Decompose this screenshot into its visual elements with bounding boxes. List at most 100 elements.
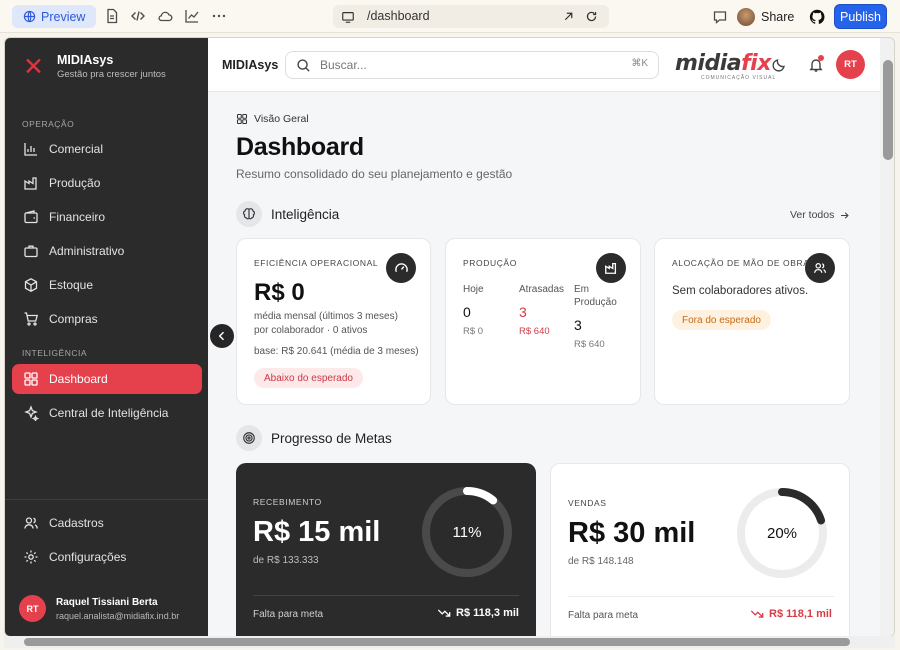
section-header-metas: Progresso de Metas [236, 425, 392, 451]
monitor-icon [342, 12, 354, 23]
github-icon[interactable] [809, 9, 825, 25]
sidebar-item-dashboard[interactable]: Dashboard [12, 364, 202, 394]
stat-label: Em Produção [574, 284, 617, 308]
stat-label: Hoje [463, 284, 484, 295]
see-all-link[interactable]: Ver todos [790, 209, 850, 221]
stat-value: 0 [463, 304, 471, 320]
sidebar-item-central-inteligencia[interactable]: Central de Inteligência [12, 398, 202, 428]
share-button[interactable]: Share [737, 6, 794, 27]
status-badge: Abaixo do esperado [254, 368, 363, 388]
brand-tagline: Gestão pra crescer juntos [57, 69, 166, 80]
brand[interactable]: ✕ MIDIAsys Gestão pra crescer juntos [23, 53, 166, 80]
sidebar-item-label: Dashboard [49, 372, 108, 386]
search-shortcut: ⌘K [631, 58, 648, 69]
factory-icon [24, 177, 37, 190]
sidebar-item-label: Compras [49, 312, 98, 326]
sidebar-item-financeiro[interactable]: Financeiro [12, 202, 202, 232]
preview-label: Preview [41, 9, 86, 24]
goal-value: R$ 15 mil [253, 516, 381, 548]
sidebar-item-administrativo[interactable]: Administrativo [12, 236, 202, 266]
search-placeholder: Buscar... [320, 58, 367, 72]
file-icon[interactable] [104, 8, 120, 24]
grid-icon [24, 372, 38, 386]
sidebar-item-compras[interactable]: Compras [12, 304, 202, 334]
sidebar-item-producao[interactable]: Produção [12, 168, 202, 198]
card-producao[interactable]: PRODUÇÃO Hoje 0 R$ 0 Atrasadas 3 R$ 640 … [445, 238, 641, 405]
collapse-sidebar-button[interactable] [210, 324, 234, 348]
card-label: EFICIÊNCIA OPERACIONAL [254, 258, 379, 268]
moon-icon[interactable] [771, 57, 787, 73]
logo-subtitle: COMUNICAÇÃO VISUAL [701, 75, 777, 81]
card-text: Sem colaboradores ativos. [672, 285, 809, 297]
horizontal-scrollbar[interactable] [4, 636, 895, 648]
scrollbar-thumb[interactable] [24, 638, 850, 646]
sidebar-item-configuracoes[interactable]: Configurações [12, 542, 202, 572]
code-icon[interactable] [130, 8, 146, 24]
app-window: ✕ MIDIAsys Gestão pra crescer juntos OPE… [4, 37, 895, 637]
card-line-2: por colaborador · 0 ativos [254, 325, 368, 336]
producao-em-producao: Em Produção 3 R$ 640 [574, 283, 630, 350]
sidebar-divider [5, 499, 208, 500]
analytics-icon[interactable] [184, 8, 200, 24]
target-icon [236, 425, 262, 451]
breadcrumb: Visão Geral [236, 113, 309, 125]
page-title: Dashboard [236, 133, 364, 161]
goal-remaining: R$ 118,3 mil [437, 606, 519, 620]
search-icon [297, 58, 310, 72]
card-alocacao-mao-de-obra[interactable]: ALOCAÇÃO DE MÃO DE OBRA Sem colaboradore… [654, 238, 850, 405]
stat-value: 3 [519, 304, 527, 320]
stat-amount: R$ 640 [574, 339, 605, 350]
goal-divider [253, 595, 519, 596]
page-subtitle: Resumo consolidado do seu planejamento e… [236, 167, 513, 181]
producao-atrasadas: Atrasadas 3 R$ 640 [519, 283, 564, 337]
sidebar-item-label: Configurações [49, 550, 127, 564]
brand-logo-icon: ✕ [23, 51, 44, 81]
section-label-inteligencia: INTELIGÊNCIA [22, 348, 88, 358]
card-eficiencia-operacional[interactable]: EFICIÊNCIA OPERACIONAL R$ 0 média mensal… [236, 238, 431, 405]
goal-value: R$ 30 mil [568, 517, 696, 549]
scrollbar-thumb[interactable] [883, 60, 893, 160]
stat-amount: R$ 0 [463, 326, 484, 337]
gauge-icon [386, 253, 416, 283]
arrow-right-icon [841, 211, 850, 219]
url-bar[interactable]: /dashboard [333, 5, 609, 28]
status-badge: Fora do esperado [672, 310, 771, 330]
goal-foot-label: Falta para meta [568, 610, 639, 621]
user-name: Raquel Tissiani Berta [56, 596, 158, 608]
producao-hoje: Hoje 0 R$ 0 [463, 283, 484, 337]
stat-label: Atrasadas [519, 284, 565, 295]
user-profile[interactable]: RT Raquel Tissiani Berta raquel.analista… [19, 595, 179, 622]
grid-icon [236, 113, 248, 125]
wallet-icon [24, 210, 38, 224]
package-icon [24, 278, 38, 292]
sidebar-item-comercial[interactable]: Comercial [12, 134, 202, 164]
sidebar: ✕ MIDIAsys Gestão pra crescer juntos OPE… [5, 38, 208, 636]
card-value: R$ 0 [254, 279, 305, 306]
users-icon [24, 517, 38, 529]
user-email: raquel.analista@midiafix.ind.br [56, 610, 180, 621]
more-icon[interactable] [211, 8, 227, 24]
logo-main: midia [675, 51, 742, 76]
factory-icon [596, 253, 626, 283]
briefcase-icon [24, 245, 38, 258]
sparkles-icon [24, 405, 39, 421]
cloud-icon[interactable] [157, 8, 173, 24]
sidebar-item-cadastros[interactable]: Cadastros [12, 508, 202, 538]
collaborator-avatar [737, 7, 755, 26]
vertical-scrollbar[interactable] [880, 38, 894, 636]
refresh-icon[interactable] [585, 10, 598, 23]
card-label: PRODUÇÃO [463, 258, 517, 268]
sidebar-item-label: Financeiro [49, 210, 106, 224]
app-header: MIDIAsys Buscar... ⌘K midiafix COMUNICAÇ… [208, 38, 880, 92]
chat-icon[interactable] [712, 9, 728, 25]
globe-icon [23, 10, 36, 23]
preview-button[interactable]: Preview [12, 5, 96, 28]
external-link-icon[interactable] [562, 10, 575, 23]
search-input[interactable]: Buscar... ⌘K [285, 51, 659, 79]
goal-card-recebimento[interactable]: RECEBIMENTO R$ 15 mil de R$ 133.333 11% … [236, 463, 536, 636]
publish-button[interactable]: Publish [834, 4, 887, 29]
brand-name: MIDIAsys [57, 53, 114, 67]
sidebar-item-estoque[interactable]: Estoque [12, 270, 202, 300]
header-avatar[interactable]: RT [836, 50, 865, 79]
goal-card-vendas[interactable]: VENDAS R$ 30 mil de R$ 148.148 20% Falta… [550, 463, 850, 636]
